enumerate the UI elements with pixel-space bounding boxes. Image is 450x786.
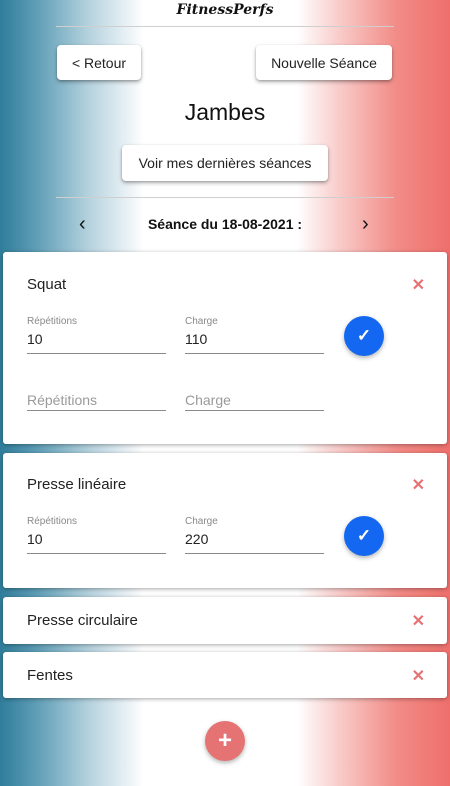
reps-value: 10	[27, 331, 43, 347]
chevron-right-icon[interactable]: ›	[362, 213, 369, 235]
exercise-card-fentes[interactable]: Fentes ✕	[3, 652, 447, 698]
reps-underline	[27, 553, 166, 554]
reps-field[interactable]: Répétitions 10	[27, 516, 166, 556]
confirm-set-button[interactable]: ✓	[344, 316, 384, 356]
back-button[interactable]: < Retour	[57, 45, 141, 80]
check-icon: ✓	[356, 326, 372, 345]
new-reps-underline	[27, 410, 166, 411]
load-value: 220	[185, 531, 209, 547]
exercise-card-squat: Squat ✕ Répétitions 10 Charge 110 ✓ Répé…	[3, 252, 447, 444]
exercise-name: Fentes	[27, 667, 73, 684]
reps-underline	[27, 353, 166, 354]
reps-label: Répétitions	[27, 316, 78, 327]
exercise-name: Squat	[27, 276, 67, 293]
load-underline	[185, 553, 324, 554]
confirm-set-button[interactable]: ✓	[344, 516, 384, 556]
new-reps-input[interactable]: Répétitions	[27, 382, 166, 414]
load-underline	[185, 353, 324, 354]
plus-icon: +	[217, 727, 232, 754]
add-exercise-button[interactable]: +	[205, 721, 245, 761]
check-icon: ✓	[356, 526, 372, 545]
exercise-card-presse-circulaire[interactable]: Presse circulaire ✕	[3, 597, 447, 644]
new-load-underline	[185, 410, 324, 411]
new-load-input[interactable]: Charge	[185, 382, 324, 414]
history-button[interactable]: Voir mes dernières séances	[122, 145, 328, 181]
exercise-name: Presse circulaire	[27, 612, 138, 629]
load-label: Charge	[185, 316, 218, 327]
close-icon[interactable]: ✕	[412, 275, 425, 295]
session-nav: ‹ Séance du 18-08-2021 : ›	[0, 213, 450, 235]
session-label: Séance du 18-08-2021 :	[147, 216, 303, 232]
new-session-button[interactable]: Nouvelle Séance	[256, 45, 392, 80]
load-value: 110	[185, 331, 208, 347]
new-reps-placeholder: Répétitions	[27, 392, 98, 408]
load-label: Charge	[185, 516, 218, 527]
app-brand: FitnessPerfs	[176, 2, 274, 18]
reps-field[interactable]: Répétitions 10	[27, 316, 166, 356]
exercise-name: Presse linéaire	[27, 476, 127, 493]
header-divider	[56, 26, 394, 27]
session-divider	[56, 197, 394, 198]
reps-label: Répétitions	[27, 516, 78, 527]
load-field[interactable]: Charge 220	[185, 516, 324, 556]
close-icon[interactable]: ✕	[412, 666, 425, 686]
load-field[interactable]: Charge 110	[185, 316, 324, 356]
page-title: Jambes	[184, 99, 266, 125]
close-icon[interactable]: ✕	[412, 475, 425, 495]
new-load-placeholder: Charge	[185, 392, 231, 408]
close-icon[interactable]: ✕	[412, 611, 425, 631]
exercise-card-presse-lineaire: Presse linéaire ✕ Répétitions 10 Charge …	[3, 453, 447, 588]
reps-value: 10	[27, 531, 43, 547]
